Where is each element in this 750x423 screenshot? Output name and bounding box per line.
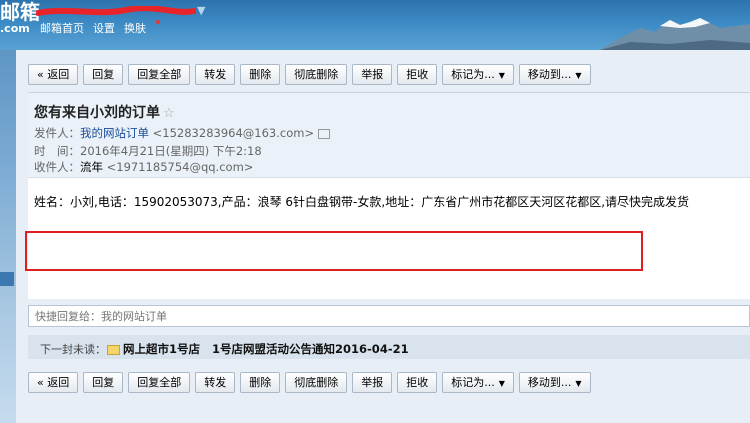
next-unread-label: 下一封未读： [40,343,106,356]
toolbar-bottom: « 返回 回复 回复全部 转发 删除 彻底删除 举报 拒收 标记为... ▼ 移动… [28,372,596,393]
top-header-bar: 邮箱 .com ▼ 邮箱首页 设置 换肤 [0,0,750,50]
nav-skin[interactable]: 换肤 [124,20,160,35]
mail-header: 您有来自小刘的订单 ☆ 发件人：我的网站订单 <15283283964@163.c… [28,93,750,178]
report-button[interactable]: 举报 [352,372,393,393]
next-unread-bar: 下一封未读： 网上超市1号店 1号店网盟活动公告通知2016-04-21 [28,335,750,359]
account-dropdown-icon[interactable]: ▼ [197,4,205,17]
move-to-label: 移动到... [527,68,572,81]
quick-reply-box[interactable] [28,305,750,327]
envelope-icon [107,344,120,355]
forward-button[interactable]: 转发 [195,64,236,85]
move-to-dropdown[interactable]: 移动到... ▼ [518,64,591,85]
reject-button[interactable]: 拒收 [397,64,438,85]
nav-mail-home[interactable]: 邮箱首页 [40,22,84,35]
quick-reply-input[interactable] [29,306,749,326]
to-address: <1971185754@qq.com> [106,160,254,174]
mail-logo-domain: .com [0,22,30,35]
reject-button[interactable]: 拒收 [397,372,438,393]
mountain-decoration [600,18,750,50]
nav-settings[interactable]: 设置 [93,22,115,35]
time-label: 时 间： [34,144,80,158]
move-to-dropdown[interactable]: 移动到... ▼ [518,372,591,393]
mail-body-text: 姓名：小刘,电话：15902053073,产品：浪琴 6针白盘钢带-女款,地址：… [34,195,690,209]
from-sender-address: <15283283964@163.com> [152,126,315,140]
star-icon[interactable]: ☆ [163,106,175,121]
mark-as-label: 标记为... [451,376,495,389]
from-label: 发件人： [34,126,80,140]
time-value: 2016年4月21日(星期四) 下午2:18 [80,144,262,158]
mail-to-row: 收件人：流年 <1971185754@qq.com> [34,159,253,175]
forward-button[interactable]: 转发 [195,372,236,393]
new-badge-dot [156,20,160,24]
toolbar-top: « 返回 回复 回复全部 转发 删除 彻底删除 举报 拒收 标记为... ▼ 移动… [28,64,596,85]
top-nav: 邮箱首页 设置 换肤 [40,20,169,36]
next-unread-link[interactable]: 网上超市1号店 1号店网盟活动公告通知2016-04-21 [107,341,409,357]
next-unread-sender: 网上超市1号店 [123,342,201,356]
chevron-down-icon: ▼ [498,71,505,80]
mail-read-panel: « 返回 回复 回复全部 转发 删除 彻底删除 举报 拒收 标记为... ▼ 移动… [16,50,750,423]
delete-button[interactable]: 删除 [240,372,281,393]
move-to-label: 移动到... [527,376,572,389]
left-sidebar-strip [0,50,16,423]
mark-as-dropdown[interactable]: 标记为... ▼ [442,64,514,85]
report-button[interactable]: 举报 [352,64,393,85]
delete-button[interactable]: 删除 [240,64,281,85]
mail-content-card: 您有来自小刘的订单 ☆ 发件人：我的网站订单 <15283283964@163.c… [28,92,750,299]
mark-as-label: 标记为... [451,68,495,81]
reply-all-button[interactable]: 回复全部 [128,64,191,85]
to-name[interactable]: 流年 [80,160,103,174]
contact-card-icon[interactable] [318,128,331,139]
reply-button[interactable]: 回复 [83,64,124,85]
mark-as-dropdown[interactable]: 标记为... ▼ [442,372,514,393]
to-label: 收件人： [34,160,80,174]
chevron-down-icon: ▼ [498,379,505,388]
chevron-down-icon: ▼ [575,379,582,388]
reply-all-button[interactable]: 回复全部 [128,372,191,393]
mail-logo[interactable]: 邮箱 [0,2,40,22]
mail-time-row: 时 间：2016年4月21日(星期四) 下午2:18 [34,143,262,159]
mail-subject: 您有来自小刘的订单 ☆ [34,105,175,121]
redacted-email-scribble [36,6,196,16]
back-button[interactable]: « 返回 [28,64,79,85]
next-unread-subject: 1号店网盟活动公告通知2016-04-21 [212,342,409,356]
back-button[interactable]: « 返回 [28,372,79,393]
chevron-down-icon: ▼ [575,71,582,80]
delete-permanently-button[interactable]: 彻底删除 [285,372,348,393]
mail-from-row: 发件人：我的网站订单 <15283283964@163.com> [34,125,331,141]
reply-button[interactable]: 回复 [83,372,124,393]
sidebar-collapse-tab[interactable] [0,272,14,286]
delete-permanently-button[interactable]: 彻底删除 [285,64,348,85]
from-sender-name[interactable]: 我的网站订单 [80,126,149,140]
